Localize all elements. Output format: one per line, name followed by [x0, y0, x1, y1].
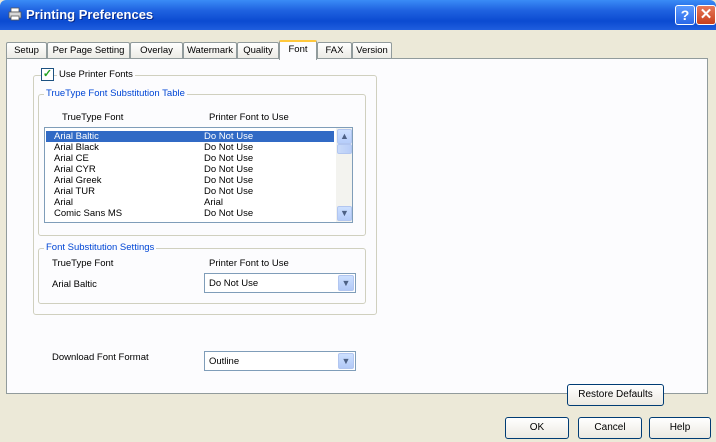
list-item[interactable]: Comic Sans MS Do Not Use — [46, 208, 334, 219]
ok-button[interactable]: OK — [505, 417, 569, 439]
help-button[interactable]: Help — [649, 417, 711, 439]
title-help-button[interactable]: ? — [675, 5, 695, 25]
cancel-button[interactable]: Cancel — [578, 417, 642, 439]
current-truetype-font: Arial Baltic — [52, 279, 97, 290]
list-item[interactable]: Arial Arial — [46, 197, 334, 208]
download-font-format-select[interactable]: Outline ▼ — [204, 351, 356, 371]
settings-printer-label: Printer Font to Use — [209, 258, 289, 269]
list-item[interactable]: Arial Greek Do Not Use — [46, 175, 334, 186]
tab-quality[interactable]: Quality — [237, 42, 279, 58]
substitution-settings-title: Font Substitution Settings — [44, 242, 157, 253]
download-font-format-label: Download Font Format — [52, 352, 149, 363]
printer-font-select[interactable]: Do Not Use ▼ — [204, 273, 356, 293]
list-item[interactable]: Arial CYR Do Not Use — [46, 164, 334, 175]
chevron-down-icon[interactable]: ▼ — [338, 275, 354, 291]
chevron-down-icon[interactable]: ▼ — [338, 353, 354, 369]
font-substitution-list[interactable]: Arial Baltic Do Not Use Arial Black Do Not… — [44, 127, 353, 223]
tab-overlay[interactable]: Overlay — [130, 42, 183, 58]
printer-icon — [8, 7, 22, 21]
download-font-format-value: Outline — [209, 356, 240, 367]
tab-per-page-setting[interactable]: Per Page Setting — [47, 42, 130, 58]
printer-font-select-value: Do Not Use — [209, 278, 259, 289]
scroll-thumb[interactable] — [337, 144, 352, 154]
title-bar: Printing Preferences ? ✕ — [0, 0, 716, 30]
column-header-printer-font: Printer Font to Use — [209, 112, 289, 123]
list-item[interactable]: Arial Baltic Do Not Use — [46, 131, 334, 142]
title-close-button[interactable]: ✕ — [696, 5, 716, 25]
column-header-truetype-font: TrueType Font — [62, 112, 124, 123]
tab-watermark[interactable]: Watermark — [183, 42, 237, 58]
tab-setup[interactable]: Setup — [6, 42, 47, 58]
list-item[interactable]: Arial TUR Do Not Use — [46, 186, 334, 197]
scroll-up-icon[interactable]: ▲ — [337, 129, 352, 144]
list-item[interactable]: Arial CE Do Not Use — [46, 153, 334, 164]
tab-fax[interactable]: FAX — [317, 42, 352, 58]
restore-defaults-button[interactable]: Restore Defaults — [567, 384, 664, 406]
window-title: Printing Preferences — [26, 7, 154, 22]
settings-truetype-label: TrueType Font — [52, 258, 114, 269]
use-printer-fonts-label[interactable]: Use Printer Fonts — [57, 69, 135, 80]
tab-version[interactable]: Version — [352, 42, 392, 58]
list-item[interactable]: Arial Black Do Not Use — [46, 142, 334, 153]
scroll-down-icon[interactable]: ▼ — [337, 206, 352, 221]
substitution-table-title: TrueType Font Substitution Table — [44, 88, 187, 99]
tab-font[interactable]: Font — [279, 40, 317, 60]
use-printer-fonts-checkbox[interactable]: ✓ — [41, 68, 54, 81]
list-scrollbar[interactable]: ▲ ▼ — [336, 128, 352, 222]
